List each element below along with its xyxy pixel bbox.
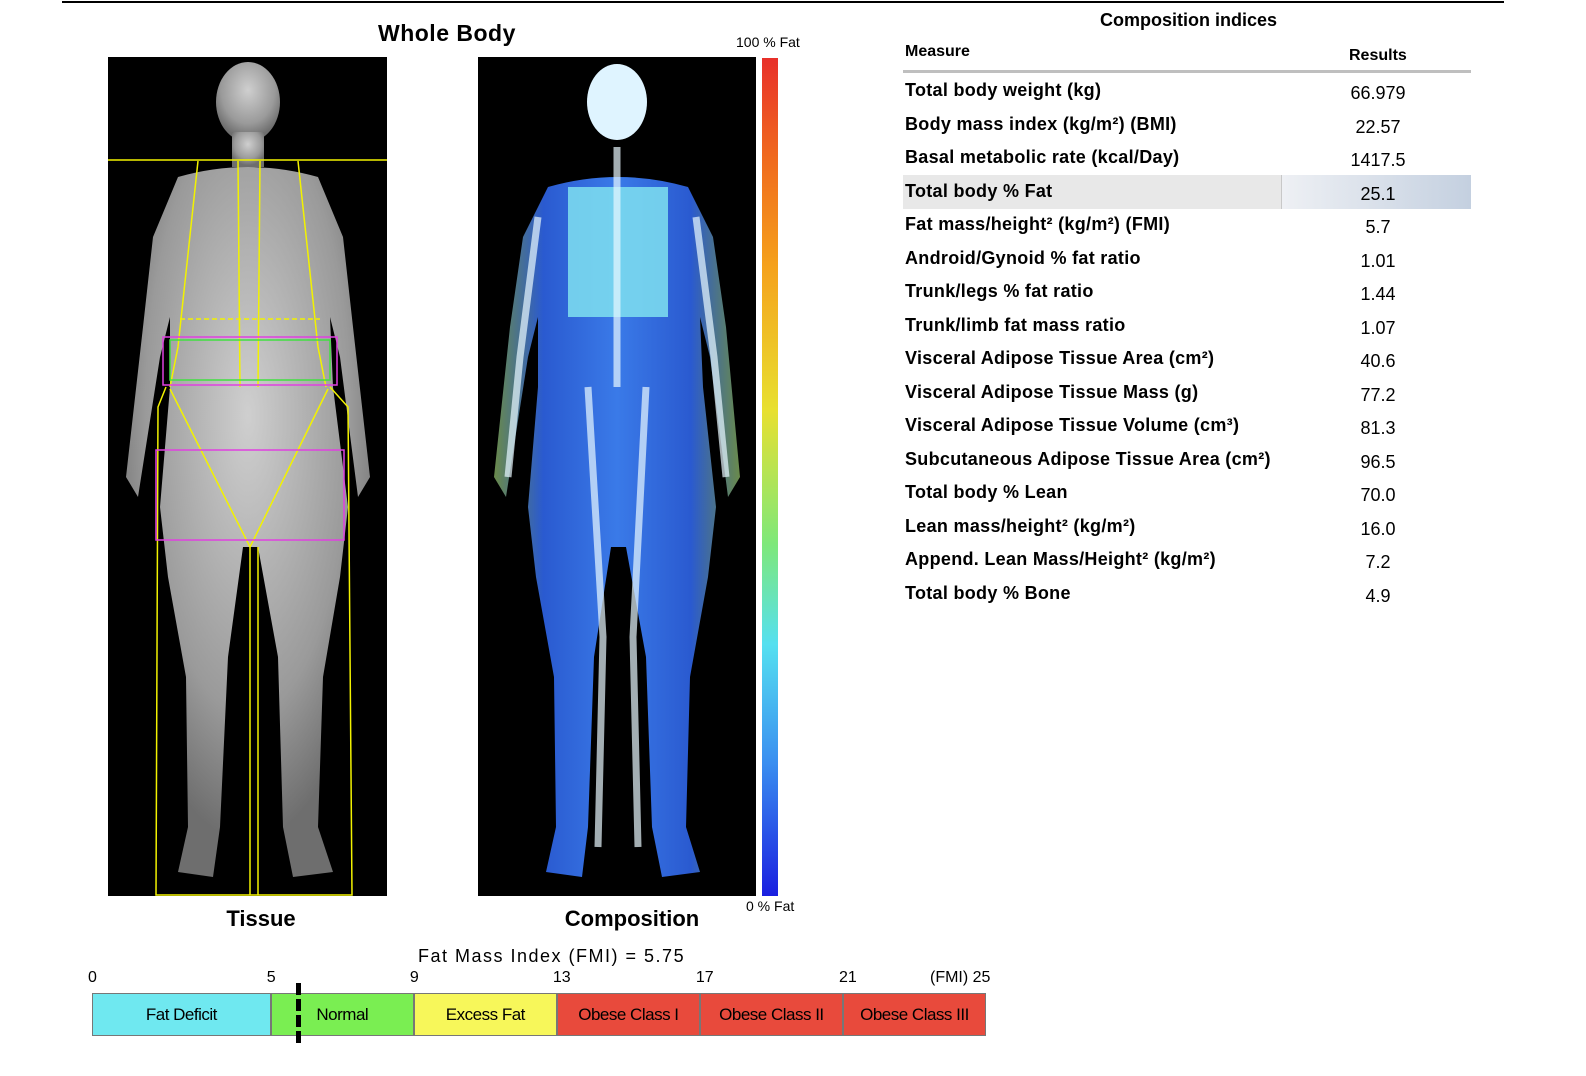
composition-body-silhouette — [494, 64, 740, 877]
measure-value: 1.07 — [1360, 317, 1396, 338]
table-row: Visceral Adipose Tissue Mass (g) 77.2 — [903, 376, 1471, 410]
fmi-tick-label: 17 — [695, 969, 714, 986]
fmi-category-segment: Normal — [270, 993, 414, 1036]
measure-value: 1.44 — [1360, 284, 1396, 304]
tissue-scan-image — [108, 57, 387, 896]
measure-value: 25.1 — [1360, 183, 1396, 204]
fmi-marker — [295, 983, 301, 1043]
measure-label: Total body % Fat — [905, 180, 1053, 201]
measure-label: Basal metabolic rate (kcal/Day) — [905, 147, 1180, 167]
table-row: Fat mass/height² (kg/m²) (FMI) 5.7 — [903, 208, 1471, 242]
results-header: Results — [1349, 47, 1407, 64]
measure-value: 96.5 — [1360, 451, 1396, 472]
table-row: Lean mass/height² (kg/m²) 16.0 — [903, 510, 1471, 544]
measure-label: Trunk/legs % fat ratio — [905, 281, 1094, 301]
table-row: Subcutaneous Adipose Tissue Area (cm²) 96… — [903, 443, 1471, 477]
measure-label: Visceral Adipose Tissue Volume (cm³) — [905, 415, 1240, 435]
measure-value: 22.57 — [1355, 116, 1401, 137]
table-row: Total body % Bone 4.9 — [903, 577, 1471, 611]
top-rule — [62, 1, 1504, 3]
fmi-category-segment: Obese Class II — [699, 993, 843, 1036]
measure-label: Lean mass/height² (kg/m²) — [905, 515, 1136, 536]
fmi-tick-label: 5 — [266, 969, 276, 986]
measure-label: Append. Lean Mass/Height² (kg/m²) — [905, 549, 1216, 569]
fmi-category-segment: Fat Deficit — [92, 993, 271, 1036]
table-row: Trunk/limb fat mass ratio 1.07 — [903, 309, 1471, 343]
fmi-tick-label: 21 — [838, 969, 857, 986]
table-row: Total body weight (kg) 66.979 — [903, 74, 1471, 108]
tissue-caption: Tissue — [226, 906, 296, 931]
measure-label: Subcutaneous Adipose Tissue Area (cm²) — [905, 448, 1271, 469]
measure-value: 4.9 — [1365, 585, 1391, 606]
table-row: Body mass index (kg/m²) (BMI) 22.57 — [903, 108, 1471, 142]
measure-value: 16.0 — [1360, 518, 1396, 539]
table-row: Android/Gynoid % fat ratio 1.01 — [903, 242, 1471, 276]
fmi-category-segment: Obese Class I — [556, 993, 700, 1036]
measure-label: Total body weight (kg) — [905, 80, 1102, 100]
fmi-tick-label: 0 — [88, 969, 97, 986]
fmi-category-segment: Excess Fat — [413, 993, 557, 1036]
table-row: Visceral Adipose Tissue Volume (cm³) 81.3 — [903, 409, 1471, 443]
measure-label: Visceral Adipose Tissue Area (cm²) — [905, 348, 1215, 368]
scale-bottom-label: 0 % Fat — [746, 898, 795, 914]
measure-value: 77.2 — [1360, 384, 1396, 405]
fmi-tick-label: 13 — [552, 969, 571, 986]
measure-label: Body mass index (kg/m²) (BMI) — [905, 113, 1177, 134]
table-row: Basal metabolic rate (kcal/Day) 1417.5 — [903, 141, 1471, 175]
table-row: Total body % Fat 25.1 — [903, 174, 1471, 209]
measure-value: 5.7 — [1365, 217, 1391, 237]
measure-value: 1.01 — [1360, 250, 1396, 271]
measure-label: Total body % Lean — [905, 482, 1068, 502]
scale-top-label: 100 % Fat — [736, 34, 800, 50]
measure-label: Trunk/limb fat mass ratio — [905, 314, 1126, 335]
composition-scan-image — [478, 57, 756, 896]
composition-caption: Composition — [564, 906, 700, 931]
measure-value: 66.979 — [1350, 83, 1406, 103]
measure-value: 1417.5 — [1350, 150, 1406, 170]
whole-body-title: Whole Body — [378, 20, 516, 46]
table-row: Visceral Adipose Tissue Area (cm²) 40.6 — [903, 342, 1471, 376]
composition-indices-title: Composition indices — [1100, 10, 1278, 30]
measure-header: Measure — [905, 43, 970, 60]
measure-label: Visceral Adipose Tissue Mass (g) — [905, 381, 1199, 402]
measure-value: 70.0 — [1360, 485, 1396, 505]
fmi-category-segment: Obese Class III — [842, 993, 986, 1036]
measure-label: Total body % Bone — [905, 582, 1071, 603]
measure-value: 81.3 — [1360, 418, 1396, 438]
measure-value: 7.2 — [1365, 552, 1391, 572]
fat-color-scale — [762, 58, 778, 896]
table-row: Total body % Lean 70.0 — [903, 476, 1471, 510]
measure-label: Android/Gynoid % fat ratio — [905, 247, 1141, 268]
measure-label: Fat mass/height² (kg/m²) (FMI) — [905, 214, 1170, 234]
fmi-tick-label: 9 — [409, 969, 419, 986]
header-rule — [903, 70, 1471, 73]
table-row: Append. Lean Mass/Height² (kg/m²) 7.2 — [903, 543, 1471, 577]
measure-value: 40.6 — [1360, 351, 1396, 371]
tissue-body-silhouette — [108, 62, 387, 896]
fmi-title: Fat Mass Index (FMI) = 5.75 — [418, 946, 686, 966]
fmi-end-label: (FMI) 25 — [930, 969, 991, 986]
table-row: Trunk/legs % fat ratio 1.44 — [903, 275, 1471, 309]
